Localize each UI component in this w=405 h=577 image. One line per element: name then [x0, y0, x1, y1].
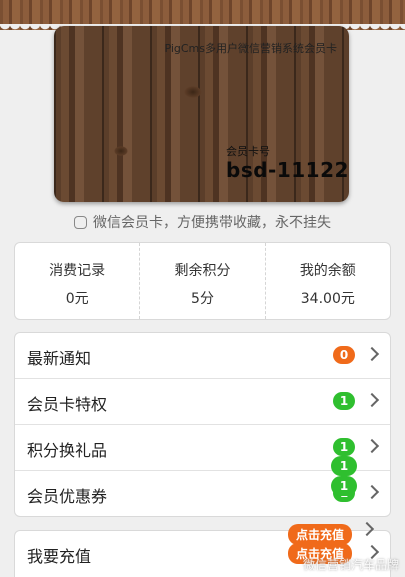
chevron-right-icon — [364, 438, 380, 454]
stat-balance[interactable]: 我的余额 34.00元 — [264, 243, 390, 319]
wood-knot — [114, 146, 128, 156]
stat-value: 34.00元 — [300, 291, 355, 307]
card-slogan: 微信会员卡，方便携带收藏，永不挂失 — [0, 212, 405, 232]
menu-item-label: 最新通知 — [27, 349, 92, 368]
menu-item-label: 我要充值 — [27, 547, 92, 566]
card-number-label: 会员卡号 — [226, 145, 270, 158]
chevron-right-icon — [364, 484, 380, 500]
wood-knot — [184, 86, 202, 98]
slogan-text: 微信会员卡，方便携带收藏，永不挂失 — [93, 215, 331, 231]
stat-label: 我的余额 — [299, 263, 356, 279]
card-holder-icon — [74, 216, 87, 229]
menu-item-privileges[interactable]: 会员卡特权 1 — [15, 379, 390, 425]
stat-consumption[interactable]: 消费记录 0元 — [15, 243, 139, 319]
card-title: PigCms多用户微信营销系统会员卡 — [164, 42, 337, 55]
menu-item-label: 积分换礼品 — [27, 441, 108, 460]
member-card: PigCms多用户微信营销系统会员卡 会员卡号 bsd-11122 — [54, 26, 349, 202]
stats-panel: 消费记录 0元 剩余积分 5分 我的余额 34.00元 — [14, 242, 391, 320]
menu-item-label: 会员优惠券 — [27, 487, 108, 506]
notice-count-badge: 0 — [333, 346, 355, 364]
stat-value: 0元 — [65, 291, 89, 307]
watermark: 微信营销汽车品牌 — [302, 558, 399, 572]
stat-points[interactable]: 剩余积分 5分 — [139, 243, 264, 319]
recharge-float-button[interactable]: 点击充值 — [288, 524, 353, 545]
card-number: bsd-11122 — [226, 158, 349, 182]
chevron-right-icon — [364, 392, 380, 408]
stat-label: 剩余积分 — [174, 263, 231, 279]
chevron-right-icon — [364, 346, 380, 362]
stat-value: 5分 — [191, 291, 214, 307]
menu-item-label: 会员卡特权 — [27, 395, 108, 414]
menu-item-notice[interactable]: 最新通知 0 — [15, 333, 390, 379]
gifts-count-badge: 1 — [333, 438, 355, 456]
privileges-count-badge: 1 — [333, 392, 355, 410]
stat-label: 消费记录 — [49, 263, 106, 279]
floating-badge: 1 — [331, 476, 357, 496]
floating-badge: 1 — [331, 456, 357, 476]
